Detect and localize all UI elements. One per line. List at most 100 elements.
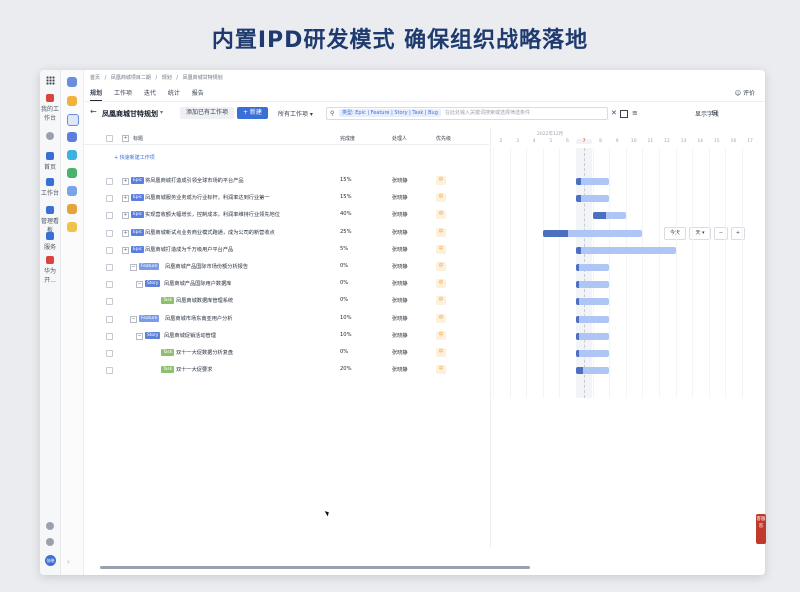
workitem-owner[interactable]: 张晓静: [392, 366, 408, 373]
rail-item-home[interactable]: 首页: [40, 152, 60, 171]
rail-item-developer[interactable]: 华为开...: [40, 256, 60, 284]
filter-options-icon[interactable]: ≡: [632, 109, 638, 117]
gantt-bar[interactable]: [576, 298, 610, 306]
table-row[interactable]: − Story 凤凰商城促销活动管理 10% 张晓静 中: [84, 329, 489, 345]
workitem-owner[interactable]: 张晓静: [392, 315, 408, 322]
row-checkbox[interactable]: [106, 367, 113, 375]
plan-icon[interactable]: [67, 114, 79, 126]
workitem-title[interactable]: 将凤凰商城打造成引领全球市场的平台产品: [145, 177, 244, 184]
save-filter-icon[interactable]: [620, 110, 628, 118]
row-checkbox[interactable]: [106, 195, 113, 203]
expand-toggle-icon[interactable]: −: [130, 264, 137, 271]
plan-switch-caret-icon[interactable]: ▾: [160, 109, 163, 116]
all-items-dropdown[interactable]: 所有工作项 ▾: [278, 109, 313, 118]
gantt-bar[interactable]: [576, 332, 610, 340]
tab-plan[interactable]: 规划: [90, 88, 103, 101]
iteration-icon[interactable]: [67, 150, 77, 160]
project-logo-icon[interactable]: [67, 77, 77, 87]
expand-toggle-icon[interactable]: −: [136, 281, 143, 289]
workitem-title[interactable]: 实现营收额大幅增长，控制成本，利润率维持行业领先地位: [145, 211, 280, 218]
row-checkbox[interactable]: [106, 281, 113, 289]
priority-badge[interactable]: 中: [436, 210, 446, 220]
column-priority[interactable]: 优先级: [436, 135, 451, 142]
gantt-bar[interactable]: [576, 315, 610, 323]
priority-badge[interactable]: 中: [436, 330, 446, 340]
priority-badge[interactable]: 中: [436, 279, 446, 289]
priority-badge[interactable]: 中: [436, 227, 446, 237]
row-checkbox[interactable]: [106, 178, 113, 185]
table-row[interactable]: Task 凤凰商城数据库管理系统 0% 张晓静 中: [84, 294, 489, 310]
breadcrumb-plan[interactable]: 规划: [162, 75, 172, 81]
priority-badge[interactable]: 中: [436, 348, 446, 357]
expand-toggle-icon[interactable]: +: [122, 229, 129, 237]
workitem-title[interactable]: 凤凰商城打造成为千万级用户平台产品: [145, 246, 233, 253]
collapse-icon[interactable]: ›: [67, 558, 77, 568]
workitem-title[interactable]: 凤凰商城产品国际市场份额分析报告: [165, 263, 248, 270]
table-row[interactable]: + Epic 凤凰商城新试点业务商业模式跑通，成为公司的新营收点 25% 张晓静 中: [84, 226, 489, 242]
workitem-title[interactable]: 双十一大促数据分析复盘: [176, 349, 233, 356]
add-existing-button[interactable]: 添加已有工作项: [180, 107, 235, 119]
new-workitem-button[interactable]: + 新建: [237, 107, 268, 119]
table-row[interactable]: + Epic 实现营收额大幅增长，控制成本，利润率维持行业领先地位 40% 张晓静 中: [84, 208, 489, 224]
row-checkbox[interactable]: [106, 332, 113, 340]
row-checkbox[interactable]: [106, 229, 113, 237]
gantt-bar[interactable]: [576, 195, 610, 203]
back-arrow-icon[interactable]: ←: [90, 107, 97, 116]
expand-toggle-icon[interactable]: −: [136, 332, 143, 340]
avatar[interactable]: 张晓: [45, 555, 56, 566]
row-checkbox[interactable]: [106, 212, 113, 220]
table-row[interactable]: − Feature 凤凰商城产品国际市场份额分析报告 0% 张晓静 中: [84, 260, 489, 276]
priority-badge[interactable]: 中: [436, 244, 446, 254]
release-icon[interactable]: [67, 222, 77, 232]
column-title[interactable]: 标题: [133, 135, 143, 142]
filter-input[interactable]: ⚲ 类型: Epic | Feature | Story | Task | Bu…: [326, 107, 608, 120]
select-all-checkbox[interactable]: [106, 135, 113, 142]
rail-item-workbench[interactable]: 工作台: [40, 178, 60, 197]
workitem-owner[interactable]: 张晓静: [392, 194, 408, 201]
table-row[interactable]: − Story 凤凰商城产品国际用户数据库 0% 张晓静 中: [84, 277, 489, 293]
breadcrumb-project[interactable]: 凤凰商城项目二期: [111, 75, 151, 81]
pipeline-icon[interactable]: [67, 186, 77, 196]
workitem-icon[interactable]: [67, 132, 77, 142]
show-fields-button[interactable]: 显示字段: [695, 109, 719, 118]
apps-grid-button[interactable]: [40, 76, 60, 87]
workitem-title[interactable]: 凤凰商城服务业务成为行业标杆，利润率达到行业第一: [145, 194, 270, 201]
workitem-title[interactable]: 凤凰商城产品国际用户数据库: [164, 280, 231, 287]
gantt-bar[interactable]: [576, 178, 610, 185]
project-home-icon[interactable]: [67, 96, 77, 106]
gantt-bar[interactable]: [576, 264, 610, 271]
breadcrumb-home[interactable]: 首页: [90, 75, 100, 81]
workitem-owner[interactable]: 张晓静: [392, 332, 408, 339]
table-row[interactable]: − Feature 凤凰商城市场东南亚用户分析 10% 张晓静 中: [84, 312, 489, 328]
expand-toggle-icon[interactable]: +: [122, 246, 129, 254]
expand-toggle-icon[interactable]: +: [122, 212, 129, 220]
table-row[interactable]: Task 双十一大促数据分析复盘 0% 张晓静 中: [84, 346, 489, 362]
table-row[interactable]: + Epic 将凤凰商城打造成引领全球市场的平台产品 15% 张晓静 中: [84, 174, 489, 190]
workitem-owner[interactable]: 张晓静: [392, 229, 408, 236]
row-checkbox[interactable]: [106, 315, 113, 323]
expand-all-icon[interactable]: +: [122, 135, 129, 142]
workitem-title[interactable]: 凤凰商城新试点业务商业模式跑通，成为公司的新营收点: [145, 229, 275, 236]
workitem-title[interactable]: 凤凰商城促销活动管理: [164, 332, 216, 339]
column-progress[interactable]: 完成度: [340, 135, 355, 142]
workitem-owner[interactable]: 张晓静: [392, 211, 408, 218]
priority-badge[interactable]: 中: [436, 365, 446, 375]
rail-item-location[interactable]: [40, 132, 60, 142]
expand-toggle-icon[interactable]: −: [130, 315, 137, 323]
workitem-owner[interactable]: 张晓静: [392, 263, 408, 270]
row-checkbox[interactable]: [106, 350, 113, 357]
priority-badge[interactable]: 中: [436, 193, 446, 203]
tab-statistics[interactable]: 统计: [168, 88, 180, 100]
expand-toggle-icon[interactable]: +: [122, 178, 129, 185]
review-button[interactable]: ☺ 评价: [735, 88, 755, 97]
quick-add-workitem[interactable]: + 快速新建工作项: [114, 154, 155, 161]
workitem-title[interactable]: 凤凰商城数据库管理系统: [176, 297, 233, 304]
horizontal-scrollbar[interactable]: [100, 566, 530, 569]
type-filter-tag[interactable]: 类型: Epic | Feature | Story | Task | Bug: [339, 109, 441, 117]
clear-filter-icon[interactable]: ✕: [611, 109, 617, 117]
table-row[interactable]: + Epic 凤凰商城打造成为千万级用户平台产品 5% 张晓静 中: [84, 243, 489, 259]
column-owner[interactable]: 处理人: [392, 135, 407, 142]
workitem-title[interactable]: 凤凰商城市场东南亚用户分析: [165, 315, 232, 322]
notification-button[interactable]: [40, 522, 60, 532]
gantt-bar[interactable]: [576, 246, 676, 254]
